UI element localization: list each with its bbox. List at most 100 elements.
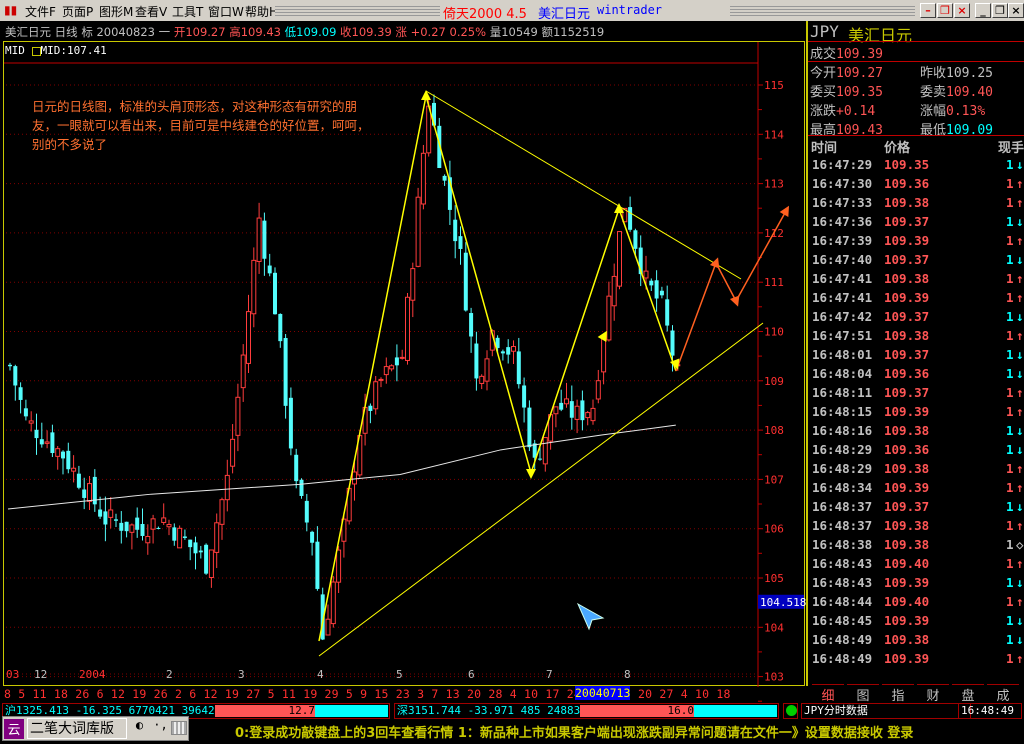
- candle-body: [522, 385, 527, 408]
- cursor-date: 20040713: [575, 686, 631, 700]
- tick-row: 16:47:42 109.37 1 ↓: [812, 309, 1024, 328]
- tick-price: 109.39: [884, 575, 930, 590]
- month-label: 12: [34, 668, 47, 681]
- candle-body: [649, 280, 654, 286]
- tick-price: 109.37: [884, 252, 930, 267]
- tick-row: 16:48:45 109.39 1 ↓: [812, 613, 1024, 632]
- tick-row: 16:48:11 109.37 1 ↑: [812, 385, 1024, 404]
- connection-indicator: [783, 703, 798, 719]
- candle-body: [172, 527, 177, 541]
- candle-body: [373, 381, 379, 410]
- prev-label: 昨收: [920, 66, 947, 81]
- ime-toolbar[interactable]: 云 二笔大词库版 ◐ ·,: [2, 716, 189, 741]
- close-button[interactable]: ×: [1008, 3, 1024, 18]
- tick-time: 16:48:45: [812, 613, 873, 628]
- month-label: 03: [6, 668, 19, 681]
- candle-body: [611, 275, 617, 307]
- tick-vol: 1: [1006, 442, 1014, 457]
- candle-body: [527, 407, 532, 448]
- price-tick-label: 113: [764, 178, 784, 191]
- restore-child-button[interactable]: ❐: [937, 3, 953, 18]
- candle-body: [442, 175, 447, 181]
- sz-bar-red: 16.0: [580, 705, 694, 717]
- ime-label[interactable]: 二笔大词库版: [27, 718, 127, 739]
- tick-price: 109.35: [884, 157, 930, 172]
- tick-time: 16:47:51: [812, 328, 873, 343]
- minimize-child-button[interactable]: –: [920, 3, 936, 18]
- candle-body: [44, 441, 50, 444]
- candle-body: [538, 458, 542, 460]
- candle-body: [564, 398, 569, 405]
- bid-value: 109.35: [836, 85, 883, 100]
- candle-body: [13, 366, 18, 386]
- tick-vol: 1: [1006, 328, 1014, 343]
- tick-direction-icon: ↑: [1016, 233, 1024, 248]
- month-label: 2: [166, 668, 173, 681]
- indicator-legend: MID MID:107.41: [5, 44, 107, 57]
- tick-row: 16:48:04 109.36 1 ↓: [812, 366, 1024, 385]
- candle-body: [484, 358, 490, 382]
- tick-vol: 1: [1006, 613, 1014, 628]
- tick-price: 109.37: [884, 214, 930, 229]
- indicator-toggle-icon[interactable]: [31, 46, 41, 56]
- candle-body: [315, 541, 320, 589]
- tab-1[interactable]: 图: [847, 684, 879, 704]
- candle-body: [569, 401, 574, 418]
- candle-body: [240, 354, 246, 389]
- halfwidth-moon-icon[interactable]: ◐: [130, 718, 149, 739]
- minimize-button[interactable]: _: [975, 3, 991, 18]
- tick-price: 109.38: [884, 537, 930, 552]
- indicator-value: MID:107.41: [40, 44, 107, 57]
- candle-body: [129, 524, 135, 533]
- tick-direction-icon: ↑: [1016, 195, 1024, 210]
- tick-time: 16:47:40: [812, 252, 873, 267]
- candle-body: [61, 451, 65, 459]
- candle-body: [39, 439, 44, 445]
- tick-row: 16:48:37 109.38 1 ↑: [812, 518, 1024, 537]
- candle-body: [204, 544, 209, 574]
- tick-row: 16:47:40 109.37 1 ↓: [812, 252, 1024, 271]
- tick-direction-icon: ↓: [1016, 309, 1024, 324]
- tick-time: 16:48:34: [812, 480, 873, 495]
- quote-panel: JPY 美汇日元 成交109.39 今开109.27 昨收109.25 委买10…: [806, 21, 1024, 686]
- tick-price: 109.38: [884, 328, 930, 343]
- tab-5[interactable]: 成: [987, 684, 1019, 704]
- candle-body: [394, 357, 399, 366]
- tab-0[interactable]: 细: [812, 684, 844, 704]
- candle-body: [665, 299, 670, 326]
- tab-2[interactable]: 指: [882, 684, 914, 704]
- panel-tabs: 细图指财盘成: [806, 684, 1024, 704]
- tab-3[interactable]: 财: [917, 684, 949, 704]
- tab-4[interactable]: 盘: [952, 684, 984, 704]
- candle-body: [516, 351, 521, 385]
- candle-body: [304, 500, 309, 523]
- punctuation-icon[interactable]: ·,: [151, 718, 170, 739]
- restore-button[interactable]: ❐: [992, 3, 1008, 18]
- candle-body: [383, 366, 389, 376]
- month-label: 3: [238, 668, 245, 681]
- price-tick-label: 104: [764, 621, 784, 634]
- tick-time: 16:48:43: [812, 575, 873, 590]
- tick-direction-icon: ↑: [1016, 271, 1024, 286]
- tick-vol: 1: [1006, 404, 1014, 419]
- candle-body: [420, 152, 426, 205]
- tick-direction-icon: ↑: [1016, 518, 1024, 533]
- price-tick-label: 110: [764, 326, 784, 339]
- keyboard-icon[interactable]: [171, 721, 187, 735]
- close-child-button[interactable]: ×: [954, 3, 970, 18]
- candle-body: [103, 511, 108, 525]
- tick-time: 16:48:49: [812, 632, 873, 647]
- tick-time: 16:47:42: [812, 309, 873, 324]
- month-label: 4: [317, 668, 324, 681]
- candle-body: [399, 356, 405, 359]
- tick-row: 16:48:43 109.39 1 ↓: [812, 575, 1024, 594]
- arrow-head-icon: [729, 295, 740, 307]
- candle-body: [235, 396, 241, 436]
- tick-vol: 1: [1006, 309, 1014, 324]
- tick-vol: 1: [1006, 214, 1014, 229]
- tick-vol: 1: [1006, 347, 1014, 362]
- tick-vol: 1: [1006, 252, 1014, 267]
- candle-body: [182, 536, 187, 538]
- chg-value: +0.14: [836, 104, 876, 119]
- candle-body: [273, 272, 277, 315]
